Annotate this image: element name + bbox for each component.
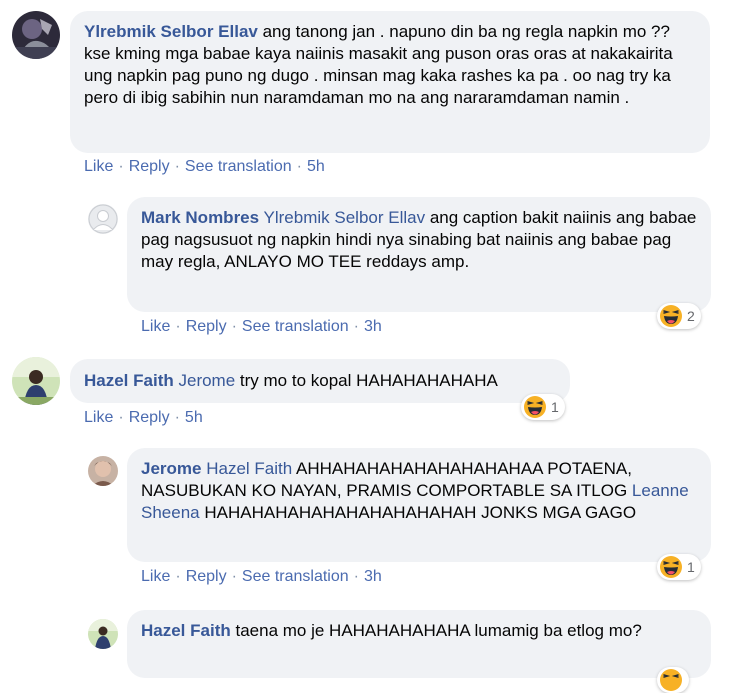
timestamp[interactable]: 3h [364, 318, 382, 335]
reaction-summary[interactable]: 1 [657, 554, 701, 580]
reaction-count: 1 [687, 559, 695, 575]
separator: · [231, 568, 237, 585]
timestamp[interactable]: 5h [185, 409, 203, 426]
avatar-image [88, 619, 118, 649]
reaction-summary[interactable] [657, 667, 689, 693]
separator: · [174, 409, 180, 426]
comment-actions: Like · Reply · 5h [84, 409, 203, 427]
reaction-summary[interactable]: 1 [521, 394, 565, 420]
comment-actions: Like · Reply · See translation · 3h [141, 568, 382, 586]
timestamp[interactable]: 5h [307, 158, 325, 175]
comment-bubble: Jerome Hazel Faith AHHAHAHAHAHAHAHAHAHAA… [127, 448, 711, 562]
timestamp[interactable]: 3h [364, 568, 382, 585]
like-link[interactable]: Like [141, 568, 170, 585]
separator: · [175, 568, 181, 585]
default-avatar-icon [88, 204, 118, 234]
avatar-image [12, 11, 60, 59]
see-translation-link[interactable]: See translation [242, 568, 349, 585]
avatar-image [12, 357, 60, 405]
comment-bubble: Hazel Faith taena mo je HAHAHAHAHAHA lum… [127, 610, 711, 678]
haha-reaction-icon [660, 556, 682, 578]
comment-author[interactable]: Hazel Faith [84, 371, 174, 390]
avatar[interactable] [88, 204, 118, 234]
reply-link[interactable]: Reply [129, 158, 170, 175]
like-link[interactable]: Like [84, 409, 113, 426]
comment-actions: Like · Reply · See translation · 3h [141, 318, 382, 336]
avatar[interactable] [12, 357, 60, 405]
avatar[interactable] [88, 619, 118, 649]
separator: · [175, 318, 181, 335]
comment-author[interactable]: Hazel Faith [141, 621, 231, 640]
avatar[interactable] [88, 456, 118, 486]
separator: · [118, 158, 124, 175]
see-translation-link[interactable]: See translation [185, 158, 292, 175]
comment-actions: Like · Reply · See translation · 5h [84, 158, 325, 176]
reaction-count: 1 [551, 399, 559, 415]
separator: · [118, 409, 124, 426]
mention-link[interactable]: Jerome [178, 371, 235, 390]
reply-link[interactable]: Reply [129, 409, 170, 426]
comment-bubble: Mark Nombres Ylrebmik Selbor Ellav ang c… [127, 197, 711, 312]
reply-link[interactable]: Reply [186, 318, 227, 335]
comment-bubble: Hazel Faith Jerome try mo to kopal HAHAH… [70, 359, 570, 403]
mention-link[interactable]: Hazel Faith [206, 459, 292, 478]
separator: · [174, 158, 180, 175]
comment-text: HAHAHAHAHAHAHAHAHAHAHAH JONKS MGA GAGO [204, 503, 637, 522]
reaction-count: 2 [687, 308, 695, 324]
comment-author[interactable]: Jerome [141, 459, 201, 478]
separator: · [353, 318, 359, 335]
comment-text: taena mo je HAHAHAHAHAHA lumamig ba etlo… [235, 621, 642, 640]
comment-author[interactable]: Ylrebmik Selbor Ellav [84, 22, 258, 41]
like-link[interactable]: Like [141, 318, 170, 335]
see-translation-link[interactable]: See translation [242, 318, 349, 335]
avatar-image [88, 456, 118, 486]
mention-link[interactable]: Ylrebmik Selbor Ellav [264, 208, 426, 227]
separator: · [231, 318, 237, 335]
reaction-summary[interactable]: 2 [657, 303, 701, 329]
reply-link[interactable]: Reply [186, 568, 227, 585]
haha-reaction-icon [524, 396, 546, 418]
haha-reaction-icon [660, 669, 682, 691]
comment-bubble: Ylrebmik Selbor Ellav ang tanong jan . n… [70, 11, 710, 153]
like-link[interactable]: Like [84, 158, 113, 175]
comment-text: try mo to kopal HAHAHAHAHAHA [239, 371, 498, 390]
separator: · [353, 568, 359, 585]
haha-reaction-icon [660, 305, 682, 327]
comment-author[interactable]: Mark Nombres [141, 208, 259, 227]
avatar[interactable] [12, 11, 60, 59]
separator: · [296, 158, 302, 175]
